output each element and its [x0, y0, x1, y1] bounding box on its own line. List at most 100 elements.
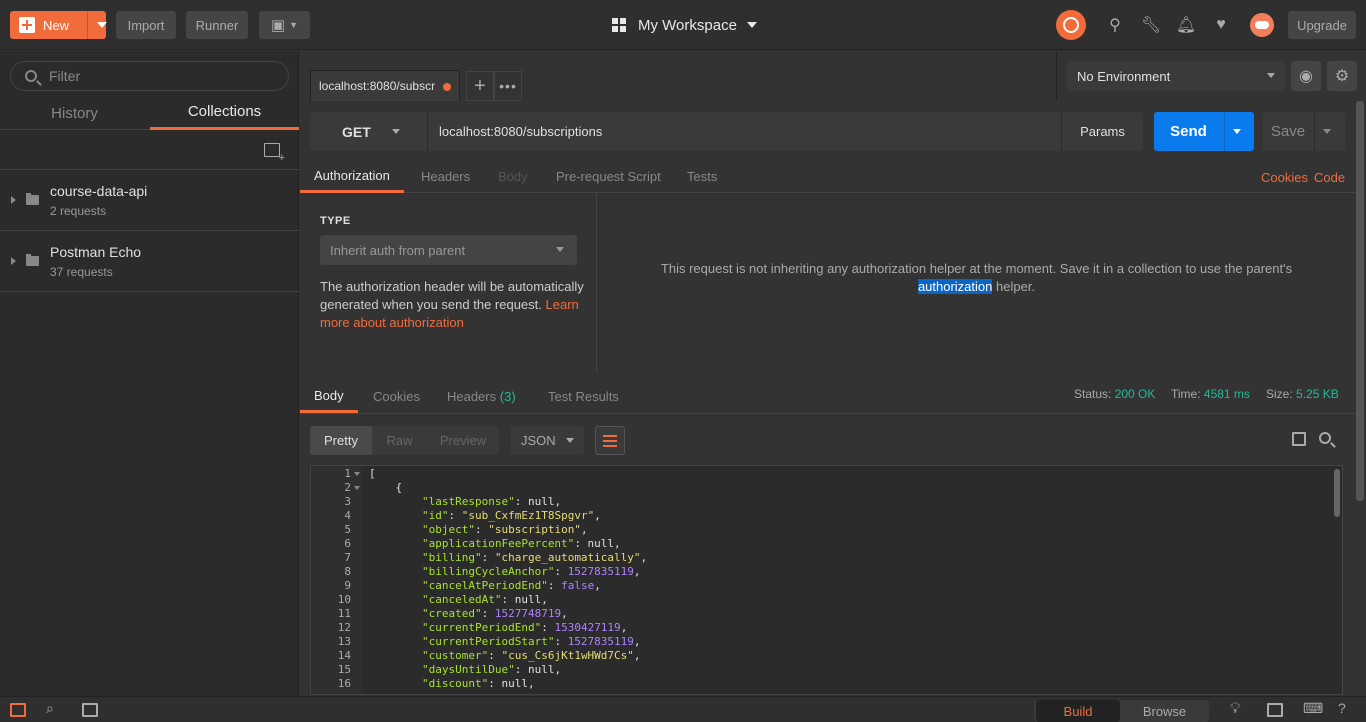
chevron-right-icon[interactable]: [11, 257, 16, 265]
sync-status-icon[interactable]: [1056, 10, 1086, 40]
new-tab-button[interactable]: +: [466, 71, 494, 101]
runner-button[interactable]: Runner: [186, 11, 248, 39]
collection-item[interactable]: course-data-api 2 requests: [0, 170, 299, 231]
eye-icon[interactable]: ◉: [1291, 61, 1321, 91]
response-scrollbar[interactable]: [1334, 469, 1340, 517]
tab-test-results[interactable]: Test Results: [534, 380, 633, 413]
code-text: "created": 1527748719,: [421, 607, 568, 620]
code-line: 11 "created": 1527748719,: [311, 607, 1331, 621]
folder-icon: [26, 193, 39, 205]
code-text: "id": "sub_CxfmEz1T8Spgvr",: [421, 509, 601, 522]
new-button[interactable]: New: [10, 11, 107, 39]
line-number: 16: [337, 677, 351, 690]
code-text: "currentPeriodStart": 1527835119,: [421, 635, 641, 648]
tab-headers[interactable]: Headers: [407, 160, 484, 193]
browse-button[interactable]: Browse: [1122, 700, 1207, 722]
heart-icon[interactable]: ♥: [1211, 15, 1231, 35]
collection-item[interactable]: Postman Echo 37 requests: [0, 231, 299, 292]
filter-input[interactable]: Filter: [10, 61, 289, 91]
chevron-down-icon: [746, 22, 757, 28]
code-text: "applicationFeePercent": null,: [421, 537, 621, 550]
workspace-selector[interactable]: My Workspace: [612, 14, 757, 36]
preview-button[interactable]: Preview: [427, 426, 499, 455]
console-icon[interactable]: [82, 703, 98, 717]
tab-response-body[interactable]: Body: [300, 380, 358, 413]
url-input[interactable]: localhost:8080/subscriptions: [427, 112, 1061, 151]
bell-icon[interactable]: 🔔︎: [1176, 15, 1196, 35]
line-number: 2: [344, 481, 351, 494]
response-body-viewer[interactable]: 1[2 {3 "lastResponse": null, 4 "id": "sub…: [310, 465, 1343, 695]
cookies-link[interactable]: Cookies: [1261, 170, 1308, 185]
build-button[interactable]: Build: [1036, 700, 1120, 722]
fold-toggle-icon[interactable]: [354, 472, 360, 476]
auth-type-value: Inherit auth from parent: [330, 242, 466, 258]
search-icon[interactable]: [1319, 432, 1331, 444]
import-button[interactable]: Import: [116, 11, 176, 39]
tab-response-cookies[interactable]: Cookies: [359, 380, 434, 413]
pretty-button[interactable]: Pretty: [310, 426, 372, 455]
request-tab[interactable]: localhost:8080/subscr: [310, 70, 460, 101]
chevron-down-icon[interactable]: [1323, 129, 1331, 134]
new-collection-icon[interactable]: [264, 143, 285, 164]
help-icon[interactable]: ?: [1338, 700, 1354, 716]
chevron-down-icon[interactable]: [1233, 129, 1241, 134]
code-line: 13 "currentPeriodStart": 1527835119,: [311, 635, 1331, 649]
save-button-label: Save: [1270, 123, 1306, 140]
tab-history[interactable]: History: [0, 96, 149, 130]
collection-name: Postman Echo: [50, 244, 142, 260]
new-window-button[interactable]: ▣ ▼: [259, 11, 310, 39]
wrench-icon[interactable]: 🔧︎: [1141, 15, 1161, 35]
line-number: 9: [344, 579, 351, 592]
auth-settings: TYPE Inherit auth from parent The author…: [300, 194, 597, 373]
tab-authorization[interactable]: Authorization: [300, 160, 404, 193]
tab-body[interactable]: Body: [484, 160, 542, 193]
filter-placeholder: Filter: [49, 68, 81, 84]
line-number: 8: [344, 565, 351, 578]
copy-icon[interactable]: [1292, 432, 1306, 446]
more-tabs-icon[interactable]: •••: [494, 71, 522, 101]
lightbulb-icon[interactable]: 💡︎: [1230, 700, 1246, 717]
tab-tests[interactable]: Tests: [673, 160, 731, 193]
satellite-icon[interactable]: ⚲: [1105, 15, 1125, 35]
code-text: "billingCycleAnchor": 1527835119,: [421, 565, 641, 578]
auth-type-select[interactable]: Inherit auth from parent: [320, 235, 577, 265]
code-line: 3 "lastResponse": null,: [311, 495, 1331, 509]
chevron-right-icon[interactable]: [11, 196, 16, 204]
fold-toggle-icon[interactable]: [354, 486, 360, 490]
layout-icon[interactable]: [1267, 703, 1283, 717]
main-scrollbar[interactable]: [1356, 101, 1364, 501]
wrap-lines-icon[interactable]: [595, 426, 625, 455]
keyboard-icon[interactable]: ⌨: [1303, 700, 1323, 716]
gear-icon[interactable]: ⚙: [1327, 61, 1357, 91]
line-number: 10: [337, 593, 351, 606]
size-readout: Size: 5.25 KB: [1266, 387, 1339, 401]
code-link[interactable]: Code: [1314, 170, 1345, 185]
upgrade-button[interactable]: Upgrade: [1288, 11, 1356, 39]
tab-response-headers[interactable]: Headers (3): [433, 380, 530, 413]
auth-message: This request is not inheriting any autho…: [660, 261, 1293, 294]
code-line: 15 "daysUntilDue": null,: [311, 663, 1331, 677]
tab-pre-request-script[interactable]: Pre-request Script: [542, 160, 675, 193]
new-dropdown-caret-icon[interactable]: [97, 22, 107, 28]
chevron-down-icon: [392, 129, 400, 134]
find-icon[interactable]: ⌕: [46, 700, 62, 716]
line-number: 13: [337, 635, 351, 648]
save-button[interactable]: Save: [1263, 112, 1345, 151]
grid-icon: [612, 18, 626, 32]
format-select[interactable]: JSON: [511, 426, 584, 455]
code-text: "cancelAtPeriodEnd": false,: [421, 579, 601, 592]
environment-select[interactable]: No Environment: [1067, 61, 1285, 91]
params-button[interactable]: Params: [1061, 112, 1143, 151]
size-value: 5.25 KB: [1296, 387, 1339, 401]
send-button[interactable]: Send: [1154, 112, 1254, 151]
status-readout: Status: 200 OK: [1074, 387, 1156, 401]
view-mode-group: Pretty Raw Preview: [310, 426, 499, 455]
environment-value: No Environment: [1077, 68, 1171, 84]
code-line: 5 "object": "subscription",: [311, 523, 1331, 537]
avatar[interactable]: [1250, 13, 1274, 37]
method-select[interactable]: GET: [310, 112, 427, 151]
raw-button[interactable]: Raw: [372, 426, 427, 455]
tab-collections[interactable]: Collections: [150, 96, 299, 130]
top-bar: New Import Runner ▣ ▼ My Workspace ⚲ 🔧︎ …: [0, 0, 1366, 50]
sidebar-toggle-icon[interactable]: [10, 703, 26, 717]
